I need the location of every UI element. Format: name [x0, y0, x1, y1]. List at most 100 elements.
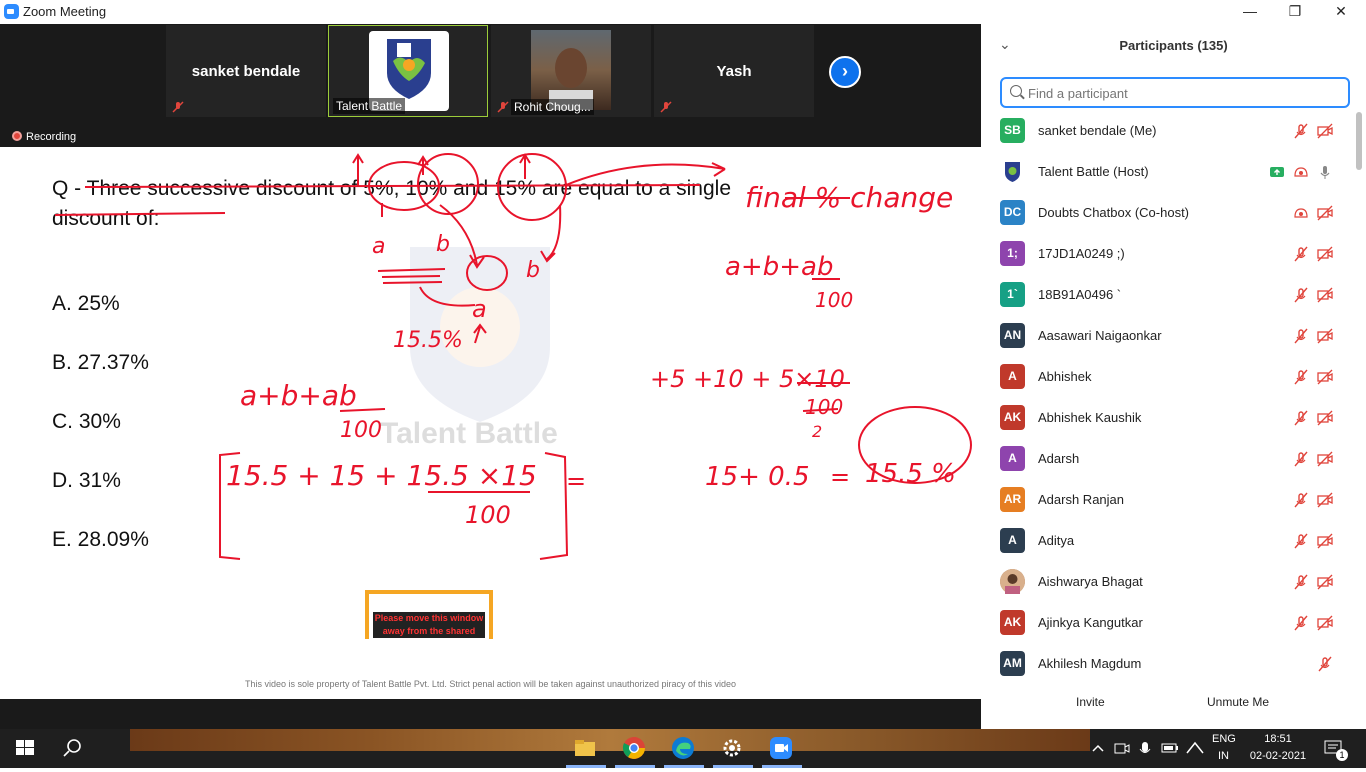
language-indicator[interactable]: ENG IN: [1212, 733, 1236, 772]
windows-taskbar: ENG IN 18:51 02-02-2021 1: [0, 729, 1366, 768]
panel-footer: Invite Unmute Me: [981, 688, 1366, 718]
avatar: [1000, 159, 1025, 184]
next-page-button[interactable]: ›: [829, 56, 861, 88]
chrome-icon[interactable]: [621, 735, 647, 761]
recording-icon: [1294, 167, 1308, 177]
user-photo-icon: [1000, 569, 1025, 594]
video-off-icon: [1317, 451, 1333, 467]
participant-row[interactable]: AR Adarsh Ranjan: [981, 479, 1353, 520]
status-icons: [1285, 410, 1333, 426]
status-icons: [1285, 533, 1333, 549]
participant-row[interactable]: A Aditya: [981, 520, 1353, 561]
video-off-icon: [1317, 615, 1333, 631]
avatar: 1;: [1000, 241, 1025, 266]
zoom-app-icon[interactable]: [768, 735, 794, 761]
note-bracket-expr: 15.5 + 15 + 15.5 ×15: [226, 459, 537, 492]
note-a1: a: [372, 234, 385, 259]
microphone-tray-icon[interactable]: [1137, 735, 1153, 761]
search-icon[interactable]: [60, 735, 86, 761]
participant-photo: [531, 30, 611, 110]
mic-muted-icon: [1294, 287, 1308, 303]
close-button[interactable]: ✕: [1318, 0, 1364, 24]
record-dot-icon: [12, 131, 22, 141]
status-icons: [1285, 451, 1333, 467]
camera-tray-icon[interactable]: [1113, 735, 1131, 761]
shared-screen: Talent Battle Q - Three successive disco…: [0, 147, 981, 699]
video-tile-talent-battle[interactable]: Talent Battle: [328, 25, 488, 117]
status-icons: [1285, 328, 1333, 344]
panel-title: Participants (135): [1119, 38, 1228, 53]
video-off-icon: [1317, 287, 1333, 303]
video-tile-sanket[interactable]: sanket bendale: [166, 25, 326, 117]
mic-muted-icon: [1294, 451, 1308, 467]
participant-search[interactable]: [1000, 77, 1350, 108]
circle-combined: [466, 255, 508, 291]
unmute-me-button[interactable]: Unmute Me: [1199, 692, 1277, 712]
file-explorer-icon[interactable]: [572, 735, 598, 761]
search-icon: [1010, 85, 1022, 97]
status-icons: [1285, 246, 1333, 262]
clock-time: 18:51: [1264, 733, 1292, 745]
status-icons: [1285, 123, 1333, 139]
participant-row[interactable]: AN Aasawari Naigaonkar: [981, 315, 1353, 356]
participant-row[interactable]: AK Abhishek Kaushik: [981, 397, 1353, 438]
participant-row[interactable]: 1; 17JD1A0249 ;): [981, 233, 1353, 274]
participant-row[interactable]: Talent Battle (Host): [981, 151, 1353, 192]
network-tray-icon[interactable]: [1185, 735, 1205, 761]
maximize-button[interactable]: ❐: [1272, 0, 1318, 24]
list-scrollbar[interactable]: [1355, 110, 1363, 678]
minimize-button[interactable]: —: [1227, 0, 1273, 24]
battery-tray-icon[interactable]: [1160, 735, 1180, 761]
video-off-icon: [1317, 369, 1333, 385]
mic-muted-icon: [1294, 533, 1308, 549]
video-tile-rohit[interactable]: Rohit Choug...: [491, 25, 651, 117]
edge-icon[interactable]: [670, 735, 696, 761]
participant-row[interactable]: Aishwarya Bhagat: [981, 561, 1353, 602]
recording-icon: [1294, 208, 1308, 218]
strike-line: [54, 212, 226, 216]
participant-name: Abhishek Kaushik: [1038, 410, 1142, 425]
avatar: AK: [1000, 405, 1025, 430]
mic-muted-icon: [1294, 410, 1308, 426]
clock[interactable]: 18:51 02-02-2021: [1248, 733, 1308, 772]
circle-15pct: [497, 153, 567, 221]
windows-start-icon[interactable]: [12, 735, 38, 761]
status-icons: [1261, 164, 1333, 180]
status-icons: [1309, 656, 1333, 672]
video-off-icon: [1317, 574, 1333, 590]
tray-chevron-up-icon[interactable]: [1090, 735, 1106, 761]
participant-row[interactable]: A Adarsh: [981, 438, 1353, 479]
recording-label: Recording: [26, 131, 77, 143]
video-off-icon: [1317, 246, 1333, 262]
participant-row[interactable]: AM Akhilesh Magdum: [981, 643, 1353, 678]
strike-line: [84, 184, 701, 188]
participants-panel: ⌄ Participants (135) SB sanket bendale (M…: [981, 24, 1366, 729]
note-calc: +5 +10 + 5×10: [650, 365, 845, 393]
participant-name: Yash: [716, 63, 752, 80]
note-100d: 100: [465, 501, 511, 529]
video-off-icon: [1317, 410, 1333, 426]
settings-gear-icon[interactable]: [719, 735, 745, 761]
arrow-final: [565, 162, 726, 186]
status-icons: [1285, 287, 1333, 303]
participant-row[interactable]: 1` 18B91A0496 `: [981, 274, 1353, 315]
video-off-icon: [1317, 533, 1333, 549]
participant-row[interactable]: SB sanket bendale (Me): [981, 110, 1353, 151]
participant-row[interactable]: A Abhishek: [981, 356, 1353, 397]
participant-name: Doubts Chatbox (Co-host): [1038, 205, 1190, 220]
status-icons: [1285, 615, 1333, 631]
search-input[interactable]: [1028, 83, 1338, 103]
note-result: 15.5 %: [865, 459, 956, 489]
note-trail-eq: =: [566, 467, 586, 495]
invite-button[interactable]: Invite: [1068, 692, 1113, 712]
avatar: A: [1000, 364, 1025, 389]
video-tile-yash[interactable]: Yash: [654, 25, 814, 117]
mic-muted-icon: [1294, 246, 1308, 262]
clock-date: 02-02-2021: [1249, 750, 1307, 762]
participant-row[interactable]: DC Doubts Chatbox (Co-host): [981, 192, 1353, 233]
participant-name: Aasawari Naigaonkar: [1038, 328, 1162, 343]
participant-row[interactable]: AK Ajinkya Kangutkar: [981, 602, 1353, 643]
scroll-thumb[interactable]: [1356, 112, 1362, 170]
mic-muted-icon: [497, 101, 509, 113]
participant-name: 18B91A0496 `: [1038, 287, 1122, 302]
